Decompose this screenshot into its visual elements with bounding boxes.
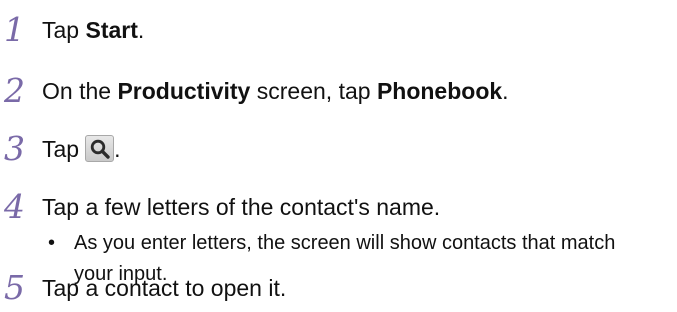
step-text-mid: screen, tap <box>250 78 377 104</box>
step-text-post: . <box>502 78 509 104</box>
step-number: 5 <box>4 268 25 307</box>
step-text-pre: On the <box>42 78 118 104</box>
step-4: 4 Tap a few letters of the contact's nam… <box>0 187 677 227</box>
step-text-pre: Tap <box>42 136 80 162</box>
step-1: 1 Tap Start. <box>0 10 677 50</box>
step-number: 1 <box>4 10 25 49</box>
bullet-dot: • <box>48 232 56 254</box>
step-text-post: . <box>137 17 145 43</box>
step-text-pre: Tap <box>42 17 86 43</box>
step-2: 2 On the Productivity screen, tap Phoneb… <box>0 71 677 111</box>
step-number: 3 <box>4 129 25 168</box>
step-text: Tap a contact to open it. <box>42 275 287 301</box>
step-text: On the Productivity screen, tap Phoneboo… <box>42 71 509 111</box>
step-text: Tap a few letters of the contact's name. <box>42 194 441 220</box>
search-button[interactable] <box>85 135 115 163</box>
search-icon <box>90 140 110 160</box>
phonebook-label: Phonebook <box>376 78 503 104</box>
step-number: 4 <box>4 187 25 226</box>
step-text-post: . <box>114 136 121 162</box>
step-3: 3 Tap. <box>0 129 677 169</box>
step-5: 5 Tap a contact to open it. <box>0 268 677 308</box>
step-text: Tap Start. <box>42 10 144 50</box>
start-label: Start <box>85 17 138 43</box>
productivity-label: Productivity <box>117 78 251 104</box>
step-text: Tap. <box>42 129 120 169</box>
step-number: 2 <box>4 71 25 110</box>
instruction-steps: 1 Tap Start. 2 On the Productivity scree… <box>0 0 677 312</box>
